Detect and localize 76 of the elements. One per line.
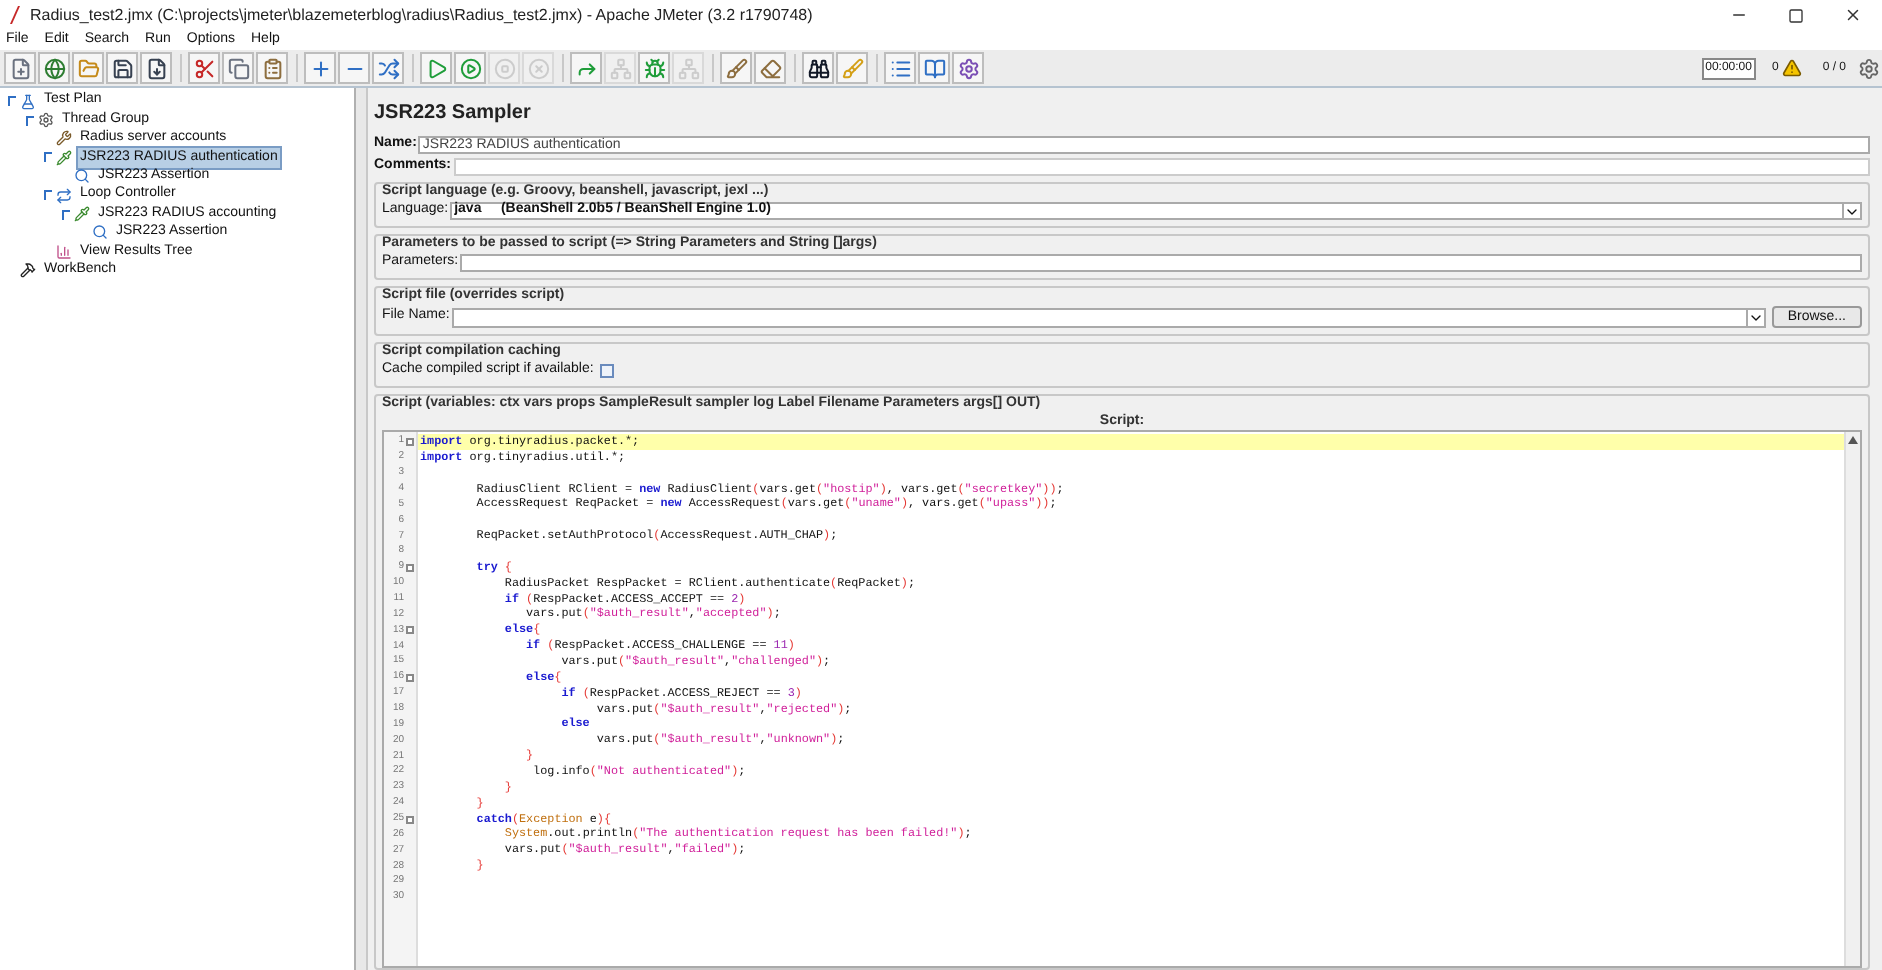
comments-field[interactable]: [453, 157, 1870, 175]
plus-icon: [309, 57, 331, 79]
fold-icon[interactable]: [406, 815, 414, 824]
cross-circle-icon: [527, 57, 549, 79]
checkbox[interactable]: [599, 364, 614, 378]
fold-icon[interactable]: [406, 626, 414, 635]
dropdown-arrow-icon[interactable]: [1842, 203, 1860, 219]
toggle-button[interactable]: [372, 52, 404, 84]
expanded-toggle-icon[interactable]: [25, 115, 33, 126]
pipette-icon: [74, 206, 90, 223]
window-title: Radius_test2.jmx (C:\projects\jmeter\blazemeterblog\radius\Radius_test2.jmx) - Apache JMeter (3.2 r1790748): [30, 3, 813, 27]
binoculars-icon: [807, 57, 829, 79]
network-icon: [677, 57, 699, 79]
parameters-field[interactable]: [460, 254, 1862, 272]
list-button[interactable]: [884, 52, 916, 84]
save-icon: [111, 57, 133, 79]
expanded-toggle-icon[interactable]: [61, 209, 69, 220]
close-icon[interactable]: [1844, 6, 1862, 24]
brush-button[interactable]: [720, 52, 752, 84]
new-file-button[interactable]: [4, 52, 36, 84]
network-icon: [609, 57, 631, 79]
book-button[interactable]: [918, 52, 950, 84]
play-button[interactable]: [454, 52, 486, 84]
globe-button[interactable]: [38, 52, 70, 84]
expanded-toggle-icon[interactable]: [43, 152, 51, 163]
scroll-up-arrow-icon[interactable]: [1848, 436, 1858, 444]
flask-icon: [20, 93, 36, 110]
play-icon: [425, 57, 447, 79]
expanded-toggle-icon[interactable]: [43, 190, 51, 201]
gear-icon: [38, 112, 54, 129]
panel-heading: JSR223 Sampler: [372, 100, 533, 128]
gear-button[interactable]: [952, 52, 984, 84]
eraser-icon: [759, 57, 781, 79]
save-button[interactable]: [106, 52, 138, 84]
expanded-toggle-icon[interactable]: [7, 96, 15, 107]
brush-icon: [725, 57, 747, 79]
magnifier-icon: [92, 224, 108, 241]
bug-button[interactable]: [638, 52, 670, 84]
warning-icon[interactable]: [1782, 58, 1803, 78]
paste-icon: [261, 57, 283, 79]
fold-icon[interactable]: [406, 673, 414, 682]
loop-icon: [56, 187, 72, 204]
play-icon: [459, 57, 481, 79]
wrench-icon: [56, 130, 72, 147]
hammer-icon: [20, 262, 36, 279]
fold-icon[interactable]: [406, 437, 414, 446]
stop-icon: [493, 57, 515, 79]
cut-icon: [193, 57, 215, 79]
dropdown-arrow-icon[interactable]: [1745, 309, 1764, 325]
folder-icon: [77, 57, 99, 79]
copy-icon: [227, 57, 249, 79]
chart-icon: [56, 243, 72, 260]
forward-button[interactable]: [570, 52, 602, 84]
globe-icon: [43, 57, 65, 79]
minus-button[interactable]: [338, 52, 370, 84]
paste-button[interactable]: [256, 52, 288, 84]
fold-icon[interactable]: [406, 563, 414, 572]
new-file-icon: [9, 57, 31, 79]
magnifier-icon: [74, 168, 90, 185]
bug-icon: [643, 57, 665, 79]
binoculars-button[interactable]: [802, 52, 834, 84]
scrollbar[interactable]: [1844, 432, 1860, 966]
plus-button[interactable]: [304, 52, 336, 84]
book-icon: [923, 57, 945, 79]
document-button[interactable]: [140, 52, 172, 84]
gear-icon: [957, 57, 979, 79]
forward-icon: [575, 57, 597, 79]
toggle-icon: [377, 57, 399, 79]
eraser-button[interactable]: [754, 52, 786, 84]
document-icon: [145, 57, 167, 79]
cut-button[interactable]: [188, 52, 220, 84]
restore-icon[interactable]: [1788, 7, 1804, 23]
copy-button[interactable]: [222, 52, 254, 84]
play-button[interactable]: [420, 52, 452, 84]
app-logo-icon: [8, 6, 20, 24]
pipette-icon: [56, 149, 72, 166]
